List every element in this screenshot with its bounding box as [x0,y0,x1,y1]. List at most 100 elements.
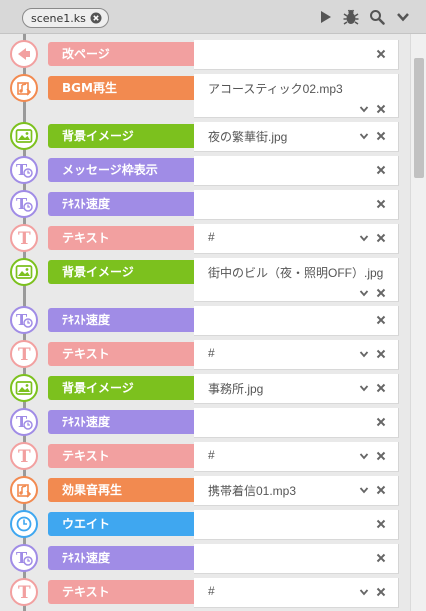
text-icon: T [10,578,38,606]
command-row-text[interactable]: T テキスト # [0,224,410,258]
command-label[interactable]: 背景イメージ [48,124,194,148]
text-icon: T [10,340,38,368]
command-value-field[interactable]: アコースティック02.mp3 [194,74,399,118]
command-value-field[interactable] [194,544,399,574]
command-label[interactable]: テキスト [48,342,194,366]
command-label[interactable]: 背景イメージ [48,260,194,284]
toolbar: scene1.ks [0,0,426,34]
delete-icon[interactable] [375,130,387,142]
chevron-down-icon[interactable] [358,287,370,299]
command-value-field[interactable] [194,306,399,336]
delete-icon[interactable] [375,586,387,598]
command-row-msgframe[interactable]: T メッセージ枠表示 [0,156,410,190]
command-row-text[interactable]: T テキスト # [0,578,410,611]
play-icon[interactable] [316,7,334,27]
text-icon: T [10,442,38,470]
delete-icon[interactable] [375,348,387,360]
close-icon[interactable] [90,12,102,24]
text-speed-icon: T [10,306,38,334]
command-value: # [208,346,215,360]
delete-icon[interactable] [375,198,387,210]
chevron-down-icon[interactable] [358,450,370,462]
chevron-down-icon[interactable] [358,232,370,244]
delete-icon[interactable] [375,382,387,394]
bgm-play-icon [10,74,38,102]
delete-icon[interactable] [375,416,387,428]
command-value-field[interactable]: # [194,578,399,608]
search-icon[interactable] [368,7,386,27]
chevron-down-icon[interactable] [358,348,370,360]
background-image-icon [10,122,38,150]
text-speed-icon: T [10,544,38,572]
delete-icon[interactable] [375,232,387,244]
delete-icon[interactable] [375,287,387,299]
command-value-field[interactable] [194,156,399,186]
chevron-down-icon[interactable] [358,382,370,394]
command-row-return[interactable]: 改ページ [0,40,410,74]
delete-icon[interactable] [375,314,387,326]
text-speed-icon: T [10,408,38,436]
chevron-down-icon[interactable] [394,7,412,27]
text-speed-icon: T [10,190,38,218]
command-row-text[interactable]: T テキスト # [0,340,410,374]
command-label[interactable]: ﾃｷｽﾄ速度 [48,410,194,434]
command-value-field[interactable]: # [194,442,399,472]
background-image-icon [10,258,38,286]
command-row-speed[interactable]: T ﾃｷｽﾄ速度 [0,306,410,340]
command-label[interactable]: メッセージ枠表示 [48,158,194,182]
command-label[interactable]: BGM再生 [48,76,194,100]
command-value-field[interactable]: 夜の繁華街.jpg [194,122,399,152]
command-value-field[interactable]: # [194,340,399,370]
scene-tab[interactable]: scene1.ks [22,8,109,28]
command-value: 事務所.jpg [208,382,264,396]
delete-icon[interactable] [375,552,387,564]
command-row-bg[interactable]: 背景イメージ 事務所.jpg [0,374,410,408]
delete-icon[interactable] [375,103,387,115]
command-label[interactable]: 効果音再生 [48,478,194,502]
command-value-field[interactable]: # [194,224,399,254]
delete-icon[interactable] [375,48,387,60]
chevron-down-icon[interactable] [358,586,370,598]
command-value-field[interactable] [194,40,399,70]
command-row-speed[interactable]: T ﾃｷｽﾄ速度 [0,408,410,442]
text-icon: T [10,224,38,252]
command-value: 夜の繁華街.jpg [208,130,288,144]
command-value-field[interactable]: 街中のビル（夜・照明OFF）.jpg [194,258,399,302]
chevron-down-icon[interactable] [358,484,370,496]
return-arrow-icon [10,40,38,68]
command-label[interactable]: ﾃｷｽﾄ速度 [48,308,194,332]
delete-icon[interactable] [375,450,387,462]
command-label[interactable]: 背景イメージ [48,376,194,400]
command-label[interactable]: テキスト [48,444,194,468]
chevron-down-icon[interactable] [358,130,370,142]
chevron-down-icon[interactable] [358,103,370,115]
delete-icon[interactable] [375,518,387,530]
delete-icon[interactable] [375,164,387,176]
command-row-text[interactable]: T テキスト # [0,442,410,476]
command-label[interactable]: ﾃｷｽﾄ速度 [48,546,194,570]
command-value-field[interactable]: 事務所.jpg [194,374,399,404]
command-label[interactable]: ウエイト [48,512,194,536]
command-row-bg[interactable]: 背景イメージ 夜の繁華街.jpg [0,122,410,156]
command-row-wait[interactable]: ウエイト [0,510,410,544]
command-value-field[interactable]: 携帯着信01.mp3 [194,476,399,506]
scrollbar-thumb[interactable] [414,58,424,178]
command-row-bgm[interactable]: BGM再生 アコースティック02.mp3 [0,74,410,122]
command-label[interactable]: ﾃｷｽﾄ速度 [48,192,194,216]
command-value-field[interactable] [194,408,399,438]
command-row-speed[interactable]: T ﾃｷｽﾄ速度 [0,190,410,224]
delete-icon[interactable] [375,484,387,496]
vertical-scrollbar[interactable] [410,34,426,611]
command-row-se[interactable]: 効果音再生 携帯着信01.mp3 [0,476,410,510]
command-label[interactable]: テキスト [48,226,194,250]
command-value: # [208,584,215,598]
command-row-bg[interactable]: 背景イメージ 街中のビル（夜・照明OFF）.jpg [0,258,410,306]
svg-text:T: T [18,583,31,602]
command-label[interactable]: 改ページ [48,42,194,66]
command-row-speed[interactable]: T ﾃｷｽﾄ速度 [0,544,410,578]
bug-icon[interactable] [342,7,360,27]
command-value-field[interactable] [194,510,399,540]
command-label[interactable]: テキスト [48,580,194,604]
command-value: # [208,448,215,462]
command-value-field[interactable] [194,190,399,220]
